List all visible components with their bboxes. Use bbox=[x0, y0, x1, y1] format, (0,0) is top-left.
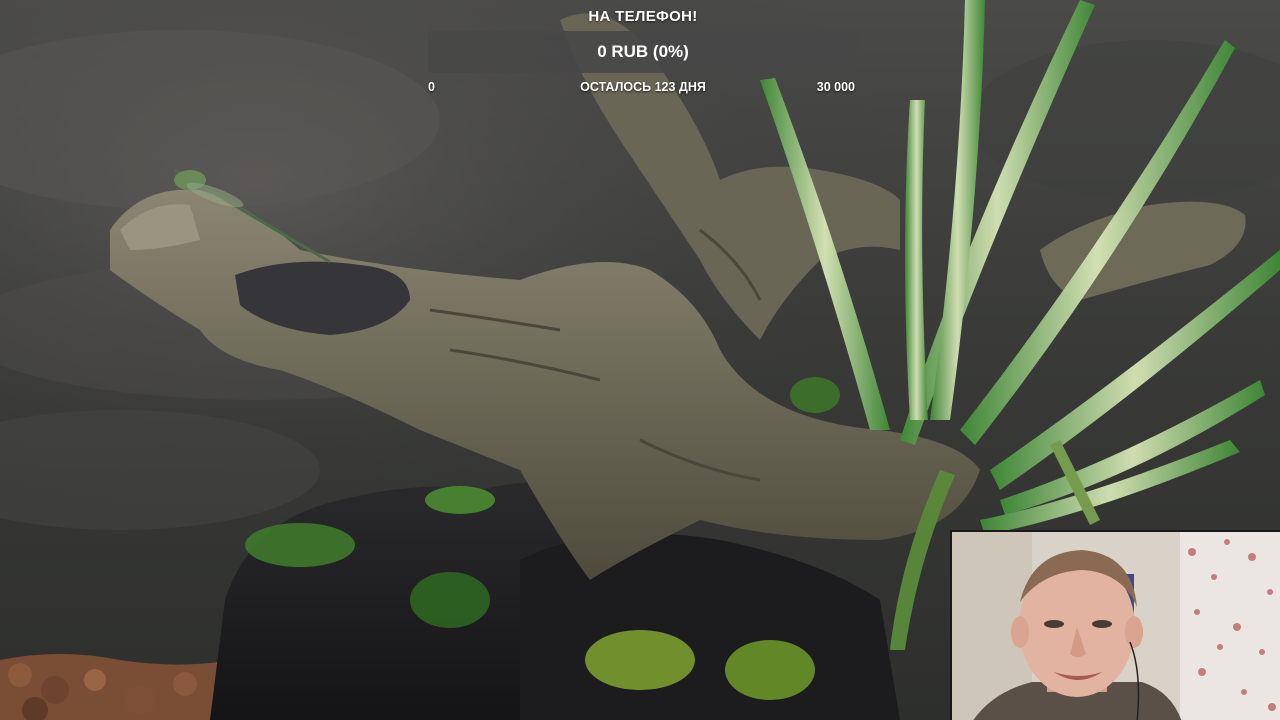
goal-footer: 0 ОСТАЛОСЬ 123 ДНЯ 30 000 bbox=[428, 78, 858, 98]
goal-remaining-label: ОСТАЛОСЬ 123 ДНЯ bbox=[580, 80, 706, 94]
goal-max-label: 30 000 bbox=[816, 80, 855, 94]
stream-viewport: НА ТЕЛЕФОН! 0 RUB (0%) 0 ОСТАЛОСЬ 123 ДН… bbox=[0, 0, 1280, 720]
goal-progress-bar: 0 RUB (0%) bbox=[428, 31, 858, 73]
webcam-overlay bbox=[950, 530, 1280, 720]
webcam-feed bbox=[952, 532, 1280, 720]
goal-amount: 0 RUB (0%) bbox=[597, 42, 689, 61]
goal-title: НА ТЕЛЕФОН! bbox=[588, 8, 698, 25]
donation-goal-widget: НА ТЕЛЕФОН! 0 RUB (0%) 0 ОСТАЛОСЬ 123 ДН… bbox=[428, 6, 858, 98]
